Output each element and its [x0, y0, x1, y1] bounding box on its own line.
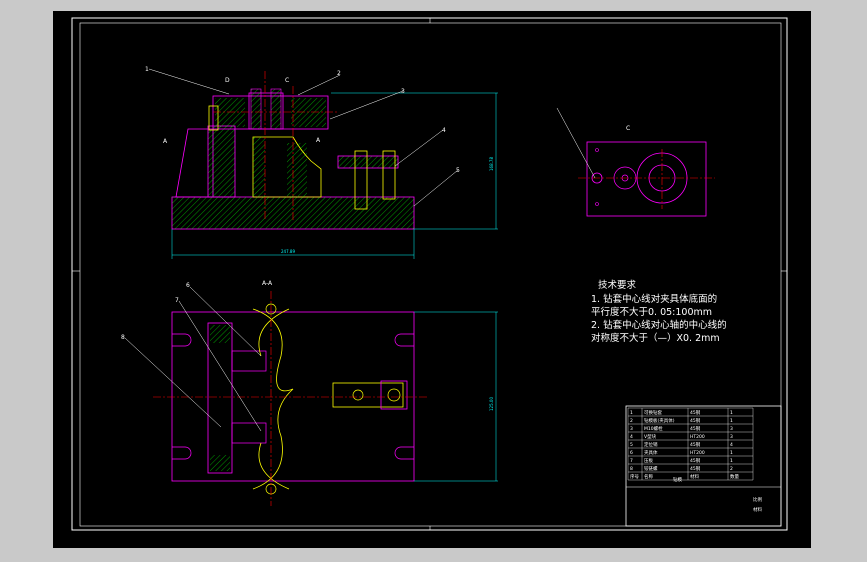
- leader-7: 7: [175, 297, 179, 304]
- leader-lines: [124, 68, 596, 432]
- parts-cell: 45钢: [690, 441, 701, 448]
- parts-cell: 钻模板(夹具体): [644, 417, 675, 424]
- parts-cell: 7: [630, 458, 633, 464]
- left-support: [175, 128, 214, 198]
- parts-cell: 3: [730, 434, 733, 440]
- parts-cell: 6: [630, 450, 633, 456]
- engineering-drawing: A C A D 247.89 168.78 A-A 125.00 C 1 2 3…: [71, 17, 788, 531]
- parts-cell: 5: [630, 442, 633, 448]
- left-column: [207, 125, 236, 198]
- tech-req-line-1: 1. 钻套中心线对夹具体底面的: [591, 293, 717, 305]
- parts-cell: 1: [730, 458, 733, 464]
- front-section-view: A C A D 247.89 168.78: [163, 71, 498, 259]
- leader-3: 3: [401, 88, 405, 95]
- side-view-outline: [586, 141, 707, 217]
- tech-req-line-3: 2. 钻套中心线对心轴的中心线的: [591, 319, 727, 331]
- plan-workpiece: [252, 308, 294, 490]
- view-d-label: D: [225, 77, 230, 84]
- scale-label: 比例: [753, 496, 762, 503]
- parts-cell: 夹具体: [644, 449, 658, 456]
- material-label: 材料: [753, 506, 762, 513]
- parts-header-cell: 序号: [630, 473, 639, 480]
- parts-cell: 1: [630, 410, 633, 416]
- outer-border: [71, 17, 788, 531]
- parts-cell: HT200: [690, 450, 705, 456]
- leader-1: 1: [145, 66, 149, 73]
- plan-view: A-A 125.00: [153, 280, 498, 506]
- parts-cell: 1: [730, 410, 733, 416]
- parts-header-cell: 材料: [690, 473, 699, 480]
- parts-cell: 45钢: [690, 465, 701, 472]
- parts-cell: 2: [630, 418, 633, 424]
- plan-section-label: A-A: [262, 280, 273, 287]
- parts-cell: 1: [730, 418, 733, 424]
- technical-requirements: 技术要求 1. 钻套中心线对夹具体底面的 平行度不大于0. 05:100mm 2…: [591, 279, 727, 344]
- overall-width-value: 247.89: [281, 249, 295, 254]
- leader-2: 2: [337, 70, 341, 77]
- parts-cell: 铰链螺: [644, 465, 658, 472]
- plan-depth-value: 125.00: [489, 397, 494, 411]
- parts-cell: 2: [730, 466, 733, 472]
- leader-8: 8: [121, 334, 125, 341]
- clamp-bar: [337, 155, 399, 169]
- leader-6: 6: [186, 282, 190, 289]
- section-a-label: A: [163, 138, 168, 145]
- parts-cell: V型块: [644, 433, 657, 440]
- side-view-label: C: [626, 125, 630, 132]
- title-block: 1 可换钻套 45钢 1 2 钻模板(夹具体) 45钢 1 3 M10螺栓 45钢 3 4 V型块 HT20…: [625, 405, 782, 527]
- parts-header-cell: 数量: [730, 473, 739, 480]
- drawing-frame: [71, 17, 788, 531]
- parts-cell: 45钢: [690, 457, 701, 464]
- parts-cell: HT200: [690, 434, 705, 440]
- parts-cell: 3: [630, 426, 633, 432]
- parts-cell: 4: [630, 434, 633, 440]
- plan-left-block: [207, 322, 233, 474]
- parts-header-cell: 名称: [644, 473, 653, 480]
- inner-border: [79, 22, 782, 527]
- parts-cell: 定位销: [644, 441, 658, 448]
- parts-cell: 45钢: [690, 417, 701, 424]
- tech-req-title: 技术要求: [598, 279, 637, 291]
- parts-cell: 8: [630, 466, 633, 472]
- overall-height-value: 168.78: [489, 157, 494, 171]
- leader-5: 5: [456, 167, 460, 174]
- parts-cell: 4: [730, 442, 733, 448]
- tech-req-line-2: 平行度不大于0. 05:100mm: [591, 306, 712, 318]
- plan-link-arm: [332, 382, 404, 408]
- leader-4: 4: [442, 127, 446, 134]
- parts-cell: 1: [730, 450, 733, 456]
- parts-cell: 45钢: [690, 425, 701, 432]
- parts-cell: 压板: [644, 457, 653, 464]
- parts-cell: M10螺栓: [644, 425, 663, 432]
- side-view-c: C: [578, 125, 715, 217]
- cad-viewport[interactable]: A C A D 247.89 168.78 A-A 125.00 C 1 2 3…: [53, 11, 811, 548]
- tech-req-line-4: 对称度不大于（—）Χ0. 2mm: [591, 332, 720, 344]
- parts-cell: 可换钻套: [644, 409, 662, 416]
- parts-cell: 3: [730, 426, 733, 432]
- drawing-name: 钻模: [673, 476, 682, 483]
- parts-cell: 45钢: [690, 409, 701, 416]
- section-c-label: C: [285, 77, 289, 84]
- section-a-right-label: A: [316, 137, 321, 144]
